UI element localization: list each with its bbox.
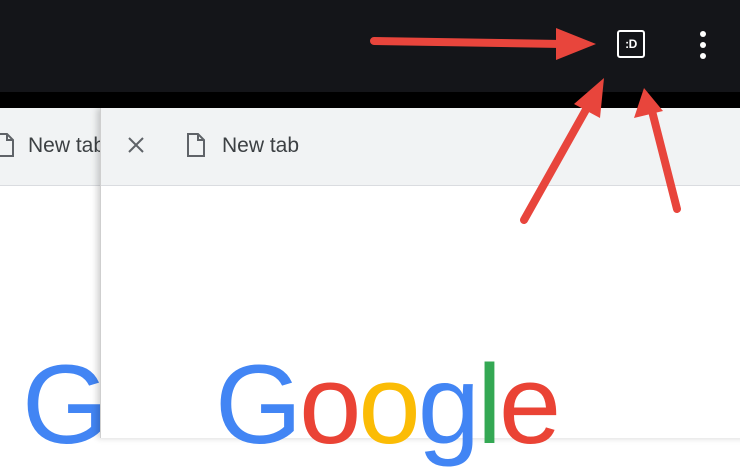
tab-title: New tab [222, 134, 300, 157]
google-logo-partial: G [22, 342, 109, 467]
toolbar-band [0, 92, 740, 108]
tab-switcher-button[interactable]: :D [617, 30, 645, 58]
tab-title: New tab [28, 134, 106, 157]
tab-card-header: New tab [101, 108, 740, 186]
document-icon [187, 133, 205, 157]
browser-toolbar: :D [0, 0, 740, 92]
vertical-dots-icon [700, 31, 706, 37]
more-options-button[interactable] [693, 31, 713, 61]
google-logo: Google [215, 342, 561, 467]
document-icon [0, 133, 14, 157]
close-icon[interactable] [124, 133, 148, 157]
tab-switcher-label: :D [625, 37, 637, 51]
tab-card-front[interactable]: New tab Google [100, 108, 740, 467]
